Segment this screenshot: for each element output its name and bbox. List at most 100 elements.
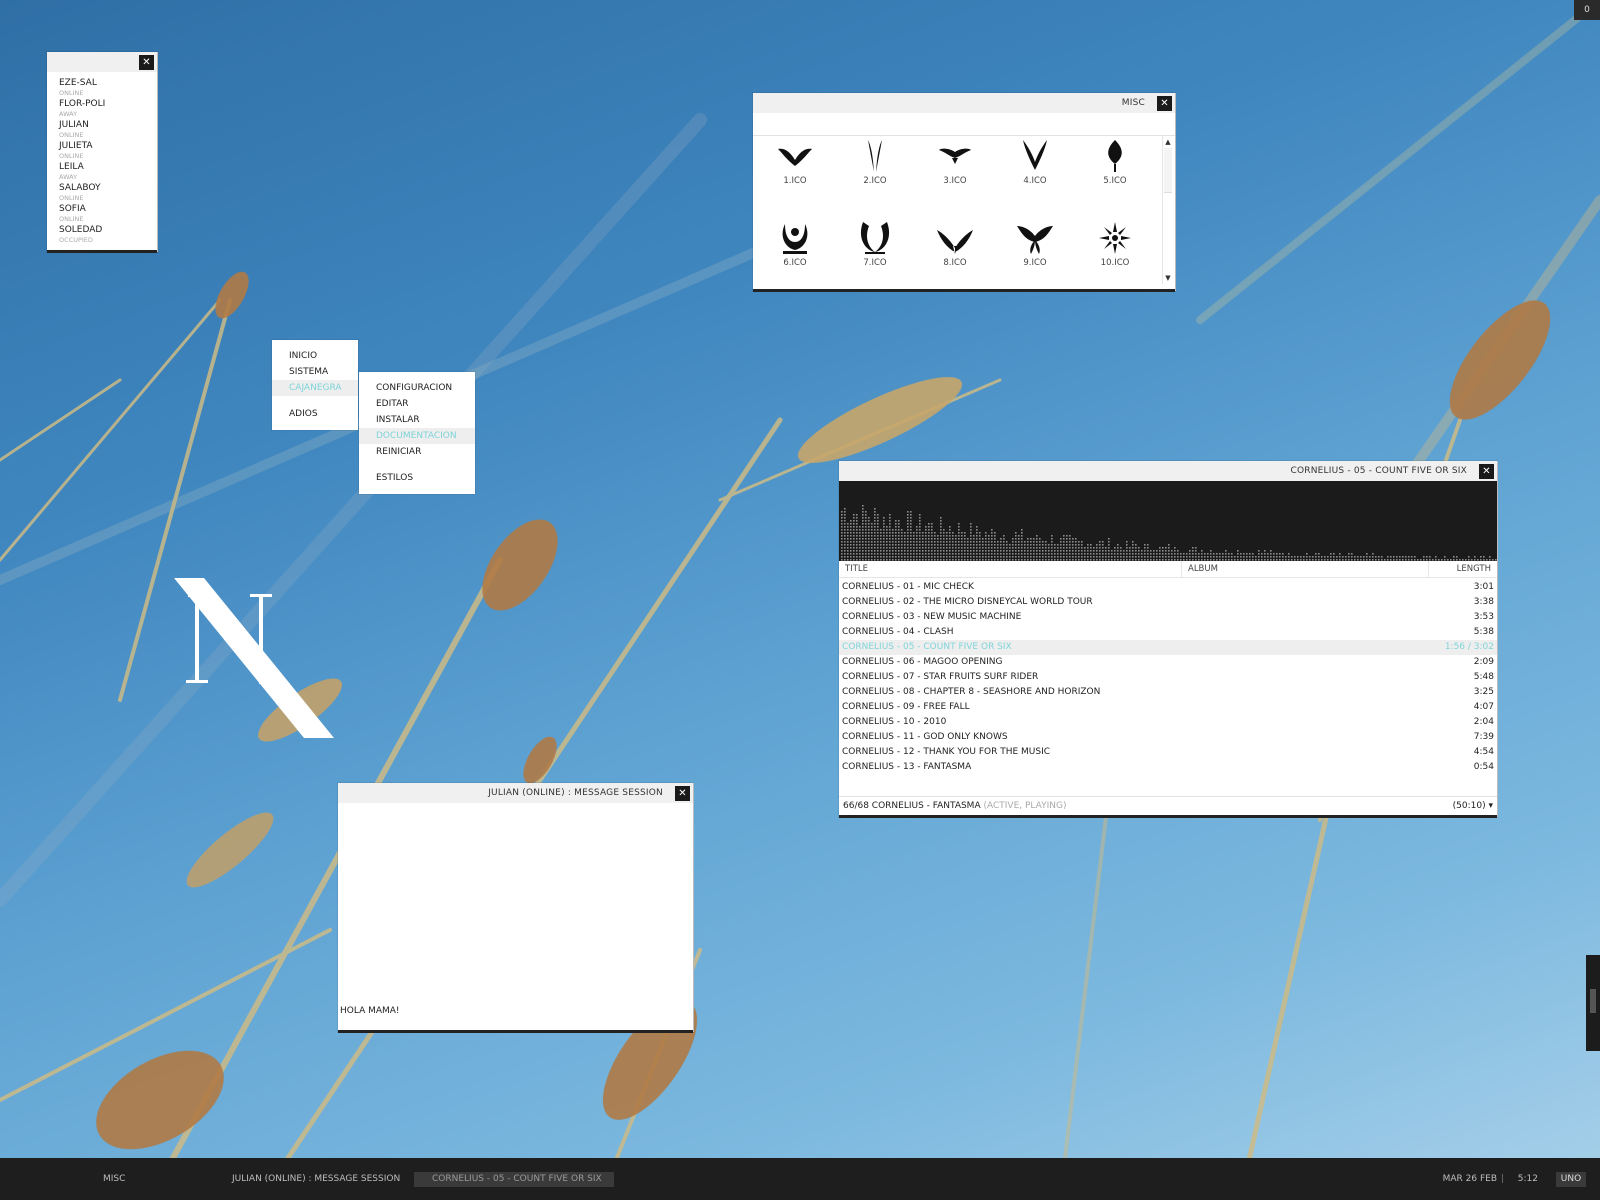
icon-item[interactable]: 4.ICO — [995, 136, 1075, 186]
spectrum-dot — [991, 556, 993, 558]
close-icon[interactable]: ✕ — [1157, 96, 1172, 111]
menu-item-cajanegra[interactable]: CAJANEGRA — [272, 380, 358, 396]
menu-item-inicio[interactable]: INICIO — [272, 348, 358, 364]
icon-item[interactable]: 1.ICO — [755, 136, 835, 186]
status-total[interactable]: (50:10) ▾ — [1453, 801, 1493, 811]
spectrum-dot — [1396, 559, 1398, 561]
spectrum-dot — [1081, 541, 1083, 543]
contacts-titlebar[interactable]: ✕ — [47, 52, 157, 72]
close-icon[interactable]: ✕ — [675, 786, 690, 801]
spectrum-dot — [991, 538, 993, 540]
track-row[interactable]: CORNELIUS - 09 - FREE FALL 4:07 — [839, 700, 1497, 715]
spectrum-dot — [1021, 532, 1023, 534]
track-title: CORNELIUS - 07 - STAR FRUITS SURF RIDER — [842, 672, 1039, 682]
spectrum-dot — [1075, 544, 1077, 546]
contact-item[interactable]: JULIAN ONLINE — [59, 120, 157, 141]
side-scroll-knob[interactable] — [1590, 989, 1596, 1013]
spectrum-dot — [895, 544, 897, 546]
track-row[interactable]: CORNELIUS - 10 - 2010 2:04 — [839, 715, 1497, 730]
spectrum-dot — [1129, 550, 1131, 552]
track-row[interactable]: CORNELIUS - 01 - MIC CHECK 3:01 — [839, 580, 1497, 595]
track-row[interactable]: CORNELIUS - 08 - CHAPTER 8 - SEASHORE AN… — [839, 685, 1497, 700]
track-row[interactable]: CORNELIUS - 03 - NEW MUSIC MACHINE 3:53 — [839, 610, 1497, 625]
close-icon[interactable]: ✕ — [1479, 464, 1494, 479]
menu-item-instalar[interactable]: INSTALAR — [359, 412, 475, 428]
track-row[interactable]: CORNELIUS - 07 - STAR FRUITS SURF RIDER 5… — [839, 670, 1497, 685]
message-titlebar[interactable]: JULIAN (ONLINE) : MESSAGE SESSION ✕ — [338, 783, 693, 803]
spectrum-dot — [877, 541, 879, 543]
menu-item-adios[interactable]: ADIOS — [272, 406, 358, 422]
icon-scrollbar[interactable]: ▲ ▼ — [1162, 136, 1173, 284]
spectrum-dot — [1081, 556, 1083, 558]
icon-item[interactable]: 3.ICO — [915, 136, 995, 186]
menu-item-estilos[interactable]: ESTILOS — [359, 470, 475, 486]
spectrum-dot — [856, 550, 858, 552]
icon-item[interactable]: 9.ICO — [995, 218, 1075, 268]
spectrum-dot — [889, 523, 891, 525]
menu-item-sistema[interactable]: SISTEMA — [272, 364, 358, 380]
icon-item[interactable]: 5.ICO — [1075, 136, 1155, 186]
spectrum-dot — [1288, 556, 1290, 558]
player-titlebar[interactable]: CORNELIUS - 05 - COUNT FIVE OR SIX ✕ — [839, 461, 1497, 481]
contact-item[interactable]: LEILA AWAY — [59, 162, 157, 183]
taskbar-item-player[interactable]: CORNELIUS - 05 - COUNT FIVE OR SIX — [414, 1172, 614, 1187]
spectrum-dot — [1003, 550, 1005, 552]
spectrum-dot — [1264, 550, 1266, 552]
close-icon[interactable]: ✕ — [139, 55, 154, 70]
track-row[interactable]: CORNELIUS - 02 - THE MICRO DISNEYCAL WOR… — [839, 595, 1497, 610]
track-row[interactable]: CORNELIUS - 13 - FANTASMA 0:54 — [839, 760, 1497, 775]
track-row[interactable]: CORNELIUS - 06 - MAGOO OPENING 2:09 — [839, 655, 1497, 670]
corner-indicator[interactable]: 0 — [1574, 0, 1600, 20]
icon-label: 9.ICO — [1023, 258, 1047, 268]
contact-item[interactable]: EZE-SAL ONLINE — [59, 78, 157, 99]
icon-item[interactable]: 10.ICO — [1075, 218, 1155, 268]
contact-item[interactable]: SOLEDAD OCCUPIED — [59, 225, 157, 246]
spectrum-dot — [1102, 541, 1104, 543]
spectrum-dot — [886, 559, 888, 561]
scroll-thumb[interactable] — [1164, 148, 1172, 193]
spectrum-dot — [1000, 550, 1002, 552]
icon-item[interactable]: 7.ICO — [835, 218, 915, 268]
scroll-up-icon[interactable]: ▲ — [1163, 136, 1173, 148]
column-title[interactable]: TITLE — [839, 561, 1182, 577]
menu-item-editar[interactable]: EDITAR — [359, 396, 475, 412]
taskbar-item-message[interactable]: JULIAN (ONLINE) : MESSAGE SESSION — [232, 1172, 400, 1187]
taskbar-item-misc[interactable]: MISC — [103, 1172, 125, 1187]
spectrum-dot — [1456, 559, 1458, 561]
icon-item[interactable]: 6.ICO — [755, 218, 835, 268]
message-area[interactable]: HOLA MAMA! — [338, 803, 693, 1030]
contact-item[interactable]: SOFIA ONLINE — [59, 204, 157, 225]
spectrum-dot — [1036, 553, 1038, 555]
track-row[interactable]: CORNELIUS - 12 - THANK YOU FOR THE MUSIC… — [839, 745, 1497, 760]
track-row[interactable]: CORNELIUS - 11 - GOD ONLY KNOWS 7:39 — [839, 730, 1497, 745]
icon-item[interactable]: 2.ICO — [835, 136, 915, 186]
spectrum-dot — [862, 511, 864, 513]
spectrum-dot — [907, 538, 909, 540]
workspace-button[interactable]: UNO — [1556, 1172, 1586, 1187]
spectrum-dot — [1063, 541, 1065, 543]
track-row[interactable]: CORNELIUS - 04 - CLASH 5:38 — [839, 625, 1497, 640]
menu-item-configuracion[interactable]: CONFIGURACION — [359, 380, 475, 396]
column-length[interactable]: LENGTH — [1429, 561, 1497, 577]
contact-item[interactable]: JULIETA ONLINE — [59, 141, 157, 162]
contact-item[interactable]: FLOR-POLI AWAY — [59, 99, 157, 120]
column-album[interactable]: ALBUM — [1182, 561, 1429, 577]
scroll-down-icon[interactable]: ▼ — [1163, 272, 1173, 284]
spectrum-dot — [847, 544, 849, 546]
spectrum-dot — [922, 538, 924, 540]
spectrum-dot — [1051, 553, 1053, 555]
menu-item-reiniciar[interactable]: REINICIAR — [359, 444, 475, 460]
contact-item[interactable]: SALABOY ONLINE — [59, 183, 157, 204]
icon-item[interactable]: 8.ICO — [915, 218, 995, 268]
spectrum-dot — [949, 529, 951, 531]
track-row-playing[interactable]: CORNELIUS - 05 - COUNT FIVE OR SIX 1:56 /… — [839, 640, 1497, 655]
spectrum-dot — [919, 517, 921, 519]
spectrum-dot — [841, 520, 843, 522]
menu-item-documentacion[interactable]: DOCUMENTACION — [359, 428, 475, 444]
spectrum-dot — [904, 535, 906, 537]
spectrum-dot — [994, 541, 996, 543]
side-scroll-widget[interactable] — [1586, 955, 1600, 1051]
chevron-down-icon[interactable]: ▾ — [1488, 801, 1493, 811]
spectrum-dot — [898, 529, 900, 531]
misc-titlebar[interactable]: MISC ✕ — [753, 93, 1175, 113]
